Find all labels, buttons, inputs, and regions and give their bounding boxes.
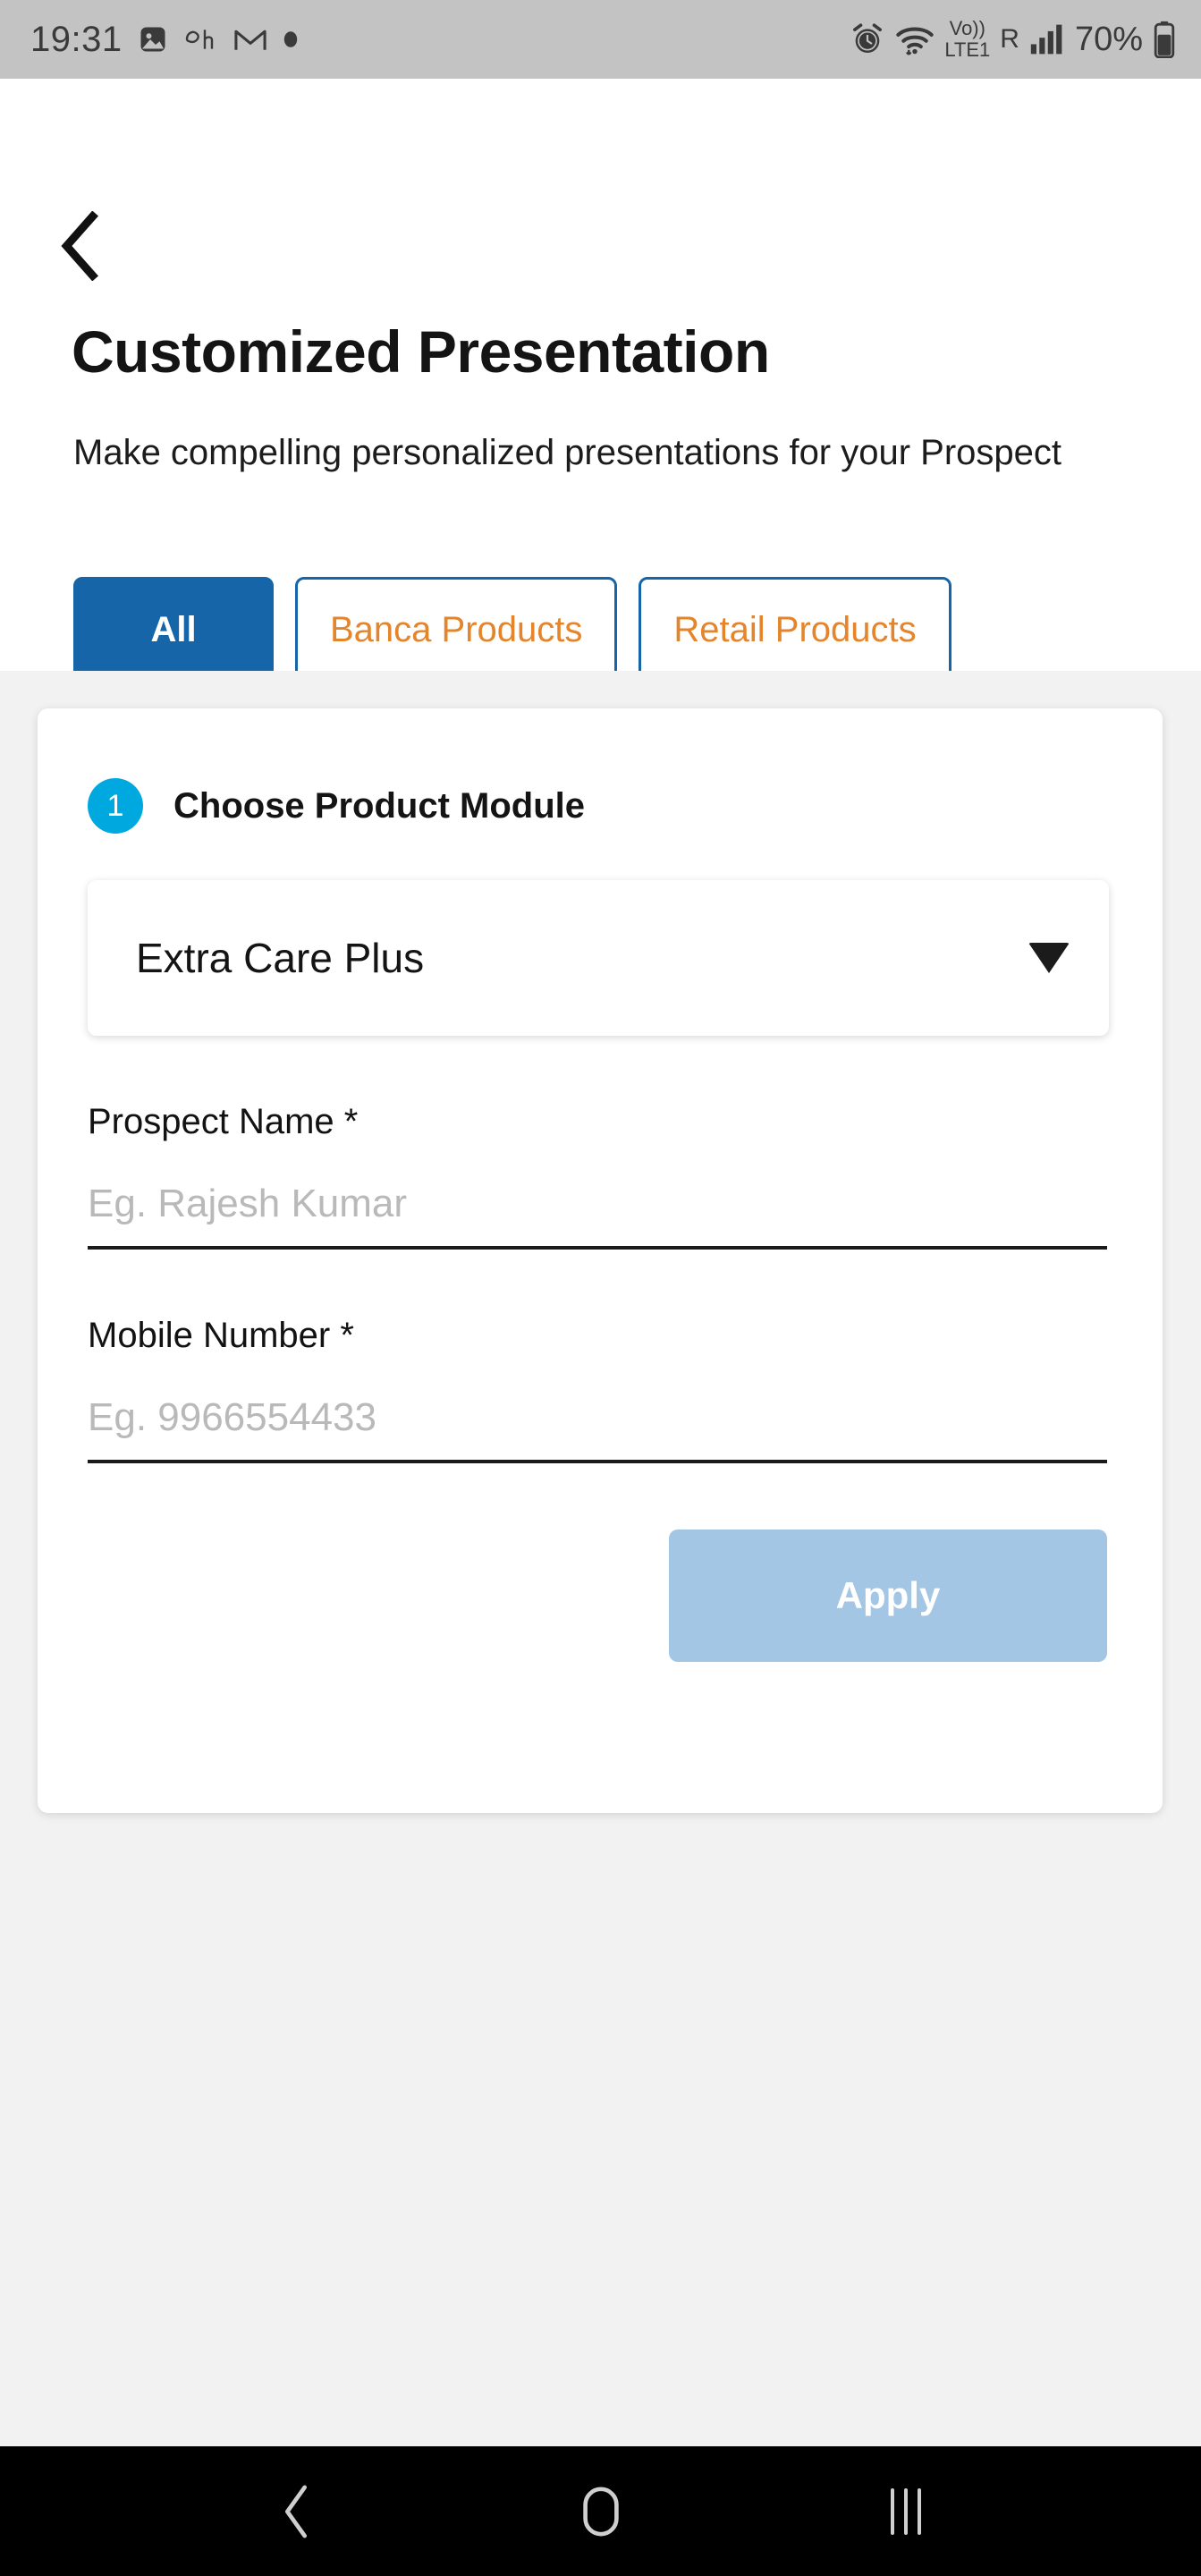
nav-home-button[interactable] — [543, 2467, 659, 2556]
step-header: 1 Choose Product Module — [38, 708, 1163, 834]
volte-icon: Vo)) LTE1 — [944, 19, 990, 60]
mobile-number-label: Mobile Number * — [88, 1316, 354, 1355]
prospect-name-label: Prospect Name * — [88, 1102, 359, 1141]
roaming-label: R — [1000, 24, 1019, 54]
nav-home-icon — [582, 2487, 619, 2536]
network-label: LTE1 — [944, 38, 991, 61]
volte-label: Vo)) — [949, 17, 985, 39]
apply-row: Apply — [38, 1463, 1163, 1662]
status-bar: 19:31 Vo)) LTE1 R 70% — [0, 0, 1201, 79]
chevron-left-icon — [61, 211, 98, 281]
tab-all[interactable]: All — [73, 577, 274, 682]
product-module-card: 1 Choose Product Module Extra Care Plus … — [38, 708, 1163, 1813]
page-header: Customized Presentation Make compelling … — [0, 79, 1201, 682]
prospect-name-field-group: Prospect Name * — [88, 1036, 1107, 1250]
apply-button[interactable]: Apply — [669, 1530, 1107, 1662]
status-bar-right: Vo)) LTE1 R 70% — [850, 19, 1176, 60]
gmail-icon — [233, 30, 266, 50]
tab-retail-products[interactable]: Retail Products — [639, 577, 951, 682]
product-filter-tabs: All Banca Products Retail Products — [73, 577, 951, 682]
status-bar-left: 19:31 — [30, 20, 300, 60]
step-title: Choose Product Module — [173, 785, 585, 826]
photos-icon — [140, 27, 165, 52]
mobile-number-field-group: Mobile Number * — [88, 1250, 1107, 1463]
back-button[interactable] — [55, 211, 120, 281]
wifi-icon — [896, 27, 934, 55]
nav-back-button[interactable] — [238, 2467, 354, 2556]
app-icon — [185, 30, 213, 49]
prospect-name-input[interactable] — [88, 1182, 1107, 1250]
mobile-number-input[interactable] — [88, 1395, 1107, 1463]
tab-banca-products[interactable]: Banca Products — [295, 577, 618, 682]
status-clock: 19:31 — [30, 19, 123, 59]
chevron-down-icon — [1028, 943, 1070, 973]
dot-icon — [283, 31, 297, 47]
page-subtitle: Make compelling personalized presentatio… — [73, 433, 1062, 472]
nav-recents-icon — [890, 2487, 921, 2535]
nav-back-icon — [284, 2485, 307, 2538]
product-module-dropdown[interactable]: Extra Care Plus — [88, 880, 1109, 1036]
signal-icon — [1030, 24, 1062, 55]
battery-percent-label: 70% — [1074, 20, 1143, 58]
phone-screen: 19:31 Vo)) LTE1 R 70% Customized Present… — [0, 0, 1201, 2576]
nav-recents-button[interactable] — [848, 2467, 964, 2556]
main-content: 1 Choose Product Module Extra Care Plus … — [0, 671, 1201, 2446]
android-nav-bar — [0, 2446, 1201, 2576]
page-title: Customized Presentation — [72, 318, 770, 385]
product-module-selected-value: Extra Care Plus — [136, 935, 425, 981]
step-number-badge: 1 — [88, 778, 143, 834]
alarm-icon — [853, 23, 883, 53]
battery-icon — [1154, 21, 1175, 58]
